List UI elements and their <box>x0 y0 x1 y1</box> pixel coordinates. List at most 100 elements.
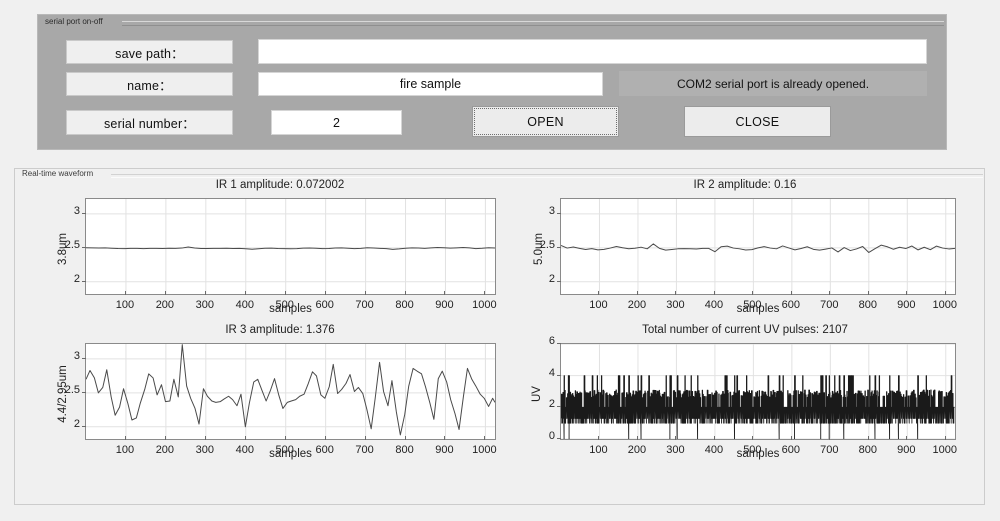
ir3-xtickmark-700 <box>364 436 366 440</box>
ir1-xtickmark-500 <box>284 291 286 295</box>
ir2-xtickmark-1000 <box>944 291 946 295</box>
uv-xtickmark-400 <box>713 436 715 440</box>
serial-number-input[interactable]: 2 <box>271 110 402 135</box>
ir3-xtick-500: 500 <box>275 444 294 456</box>
ir1-xtick-300: 300 <box>195 299 214 311</box>
ir1-xtick-100: 100 <box>115 299 135 311</box>
ir2-xtickmark-800 <box>867 291 869 295</box>
ir1-ytick-3: 3 <box>73 204 80 217</box>
uv-xtick-900: 900 <box>897 444 916 456</box>
uv-xtickmark-200 <box>636 436 638 440</box>
ir1-xtickmark-900 <box>444 291 446 295</box>
ir3-xtickmark-400 <box>244 436 246 440</box>
ir2-xtickmark-300 <box>675 291 677 295</box>
ir1-plot-svg <box>86 199 495 294</box>
ir1-ytick-2.5: 2.5 <box>64 238 80 251</box>
ir2-plot-svg <box>561 199 955 294</box>
ir1-xtick-700: 700 <box>355 299 374 311</box>
ir1-xtickmark-600 <box>324 291 326 295</box>
serial-number-label: serial number： <box>66 110 233 135</box>
chart-uv: Total number of current UV pulses: 2107 … <box>510 324 980 474</box>
ir2-xtick-200: 200 <box>627 299 647 311</box>
uv-xtick-1000: 1000 <box>932 444 957 456</box>
uv-xtickmark-800 <box>867 436 869 440</box>
ir2-ytickmark-2 <box>557 280 561 282</box>
ir2-ytick-2.5: 2.5 <box>539 238 555 251</box>
ir2-xtick-600: 600 <box>781 299 801 311</box>
ir2-xtick-300: 300 <box>666 299 685 311</box>
uv-xtickmark-600 <box>790 436 792 440</box>
ir1-xtickmark-800 <box>404 291 406 295</box>
ir1-xtickmark-100 <box>124 291 126 295</box>
chart-ir1-plot-area[interactable] <box>85 198 496 295</box>
ir1-xtickmark-1000 <box>484 291 486 295</box>
uv-xtick-300: 300 <box>666 444 685 456</box>
ir3-xtickmark-600 <box>324 436 326 440</box>
uv-xtick-100: 100 <box>589 444 608 456</box>
ir2-ytickmark-3 <box>557 212 561 214</box>
open-button[interactable]: OPEN <box>472 106 619 137</box>
chart-ir2: IR 2 amplitude: 0.16 5.0um samples 2 2.5 3… <box>510 179 980 324</box>
ir3-ytickmark-2 <box>82 425 86 427</box>
uv-plot-svg <box>561 344 955 439</box>
ir2-ytickmark-2.5 <box>557 246 561 248</box>
ir2-xtick-900: 900 <box>897 299 916 311</box>
uv-series-line <box>561 375 955 439</box>
chart-ir3-plot-area[interactable] <box>85 343 496 440</box>
uv-ytickmark-2 <box>557 406 561 408</box>
ir2-xtick-1000: 1000 <box>932 299 957 311</box>
ir2-xtickmark-100 <box>598 291 600 295</box>
ir1-xtick-1000: 1000 <box>472 299 497 311</box>
ir2-xtick-100: 100 <box>589 299 608 311</box>
close-button[interactable]: CLOSE <box>684 106 831 137</box>
chart-uv-plot-area[interactable] <box>560 343 956 440</box>
uv-xtickmark-100 <box>598 436 600 440</box>
ir1-xtick-800: 800 <box>395 299 414 311</box>
ir1-xtickmark-200 <box>164 291 166 295</box>
chart-ir2-plot-area[interactable] <box>560 198 956 295</box>
ir3-ytick-3: 3 <box>73 349 80 362</box>
uv-xtick-400: 400 <box>704 444 724 456</box>
ir1-xtick-500: 500 <box>275 299 294 311</box>
ir2-ytick-3: 3 <box>548 204 555 217</box>
uv-xtick-200: 200 <box>627 444 647 456</box>
ir2-xtickmark-600 <box>790 291 792 295</box>
ir1-xtick-200: 200 <box>155 299 175 311</box>
serial-port-panel: serial port on-off save path： name： fire… <box>37 14 947 150</box>
uv-ytickmark-4 <box>557 374 561 376</box>
ir3-xtick-900: 900 <box>435 444 454 456</box>
save-path-input[interactable] <box>258 39 927 64</box>
ir2-xtick-800: 800 <box>858 299 877 311</box>
ir3-xtickmark-300 <box>204 436 206 440</box>
ir1-xtick-900: 900 <box>435 299 454 311</box>
ir1-xtickmark-400 <box>244 291 246 295</box>
name-label: name： <box>66 72 233 96</box>
uv-xtick-700: 700 <box>820 444 839 456</box>
ir2-xtick-400: 400 <box>704 299 724 311</box>
ir2-xtick-700: 700 <box>820 299 839 311</box>
ir1-xtick-400: 400 <box>235 299 254 311</box>
ir2-xtick-500: 500 <box>743 299 762 311</box>
ir3-xtickmark-100 <box>124 436 126 440</box>
ir3-ytick-2.5: 2.5 <box>64 383 80 396</box>
uv-xtick-600: 600 <box>781 444 801 456</box>
ir2-xtickmark-900 <box>906 291 908 295</box>
ir3-xtick-400: 400 <box>235 444 254 456</box>
chart-ir3: IR 3 amplitude: 1.376 4.4/2.95um samples… <box>35 324 525 474</box>
ir3-xtickmark-200 <box>164 436 166 440</box>
ir2-xtickmark-400 <box>713 291 715 295</box>
ir3-xtick-200: 200 <box>155 444 175 456</box>
ir3-xtick-100: 100 <box>115 444 135 456</box>
ir3-xtick-1000: 1000 <box>472 444 497 456</box>
ir1-xtickmark-300 <box>204 291 206 295</box>
ir3-xtickmark-1000 <box>484 436 486 440</box>
ir3-series-line <box>86 344 495 436</box>
ir3-plot-svg <box>86 344 495 439</box>
chart-ir3-title: IR 3 amplitude: 1.376 <box>225 324 335 336</box>
ir1-xtickmark-700 <box>364 291 366 295</box>
ir2-xtickmark-700 <box>829 291 831 295</box>
ir2-xtickmark-200 <box>636 291 638 295</box>
uv-xtickmark-900 <box>906 436 908 440</box>
ir3-ytickmark-3 <box>82 357 86 359</box>
name-input[interactable]: fire sample <box>258 72 603 96</box>
